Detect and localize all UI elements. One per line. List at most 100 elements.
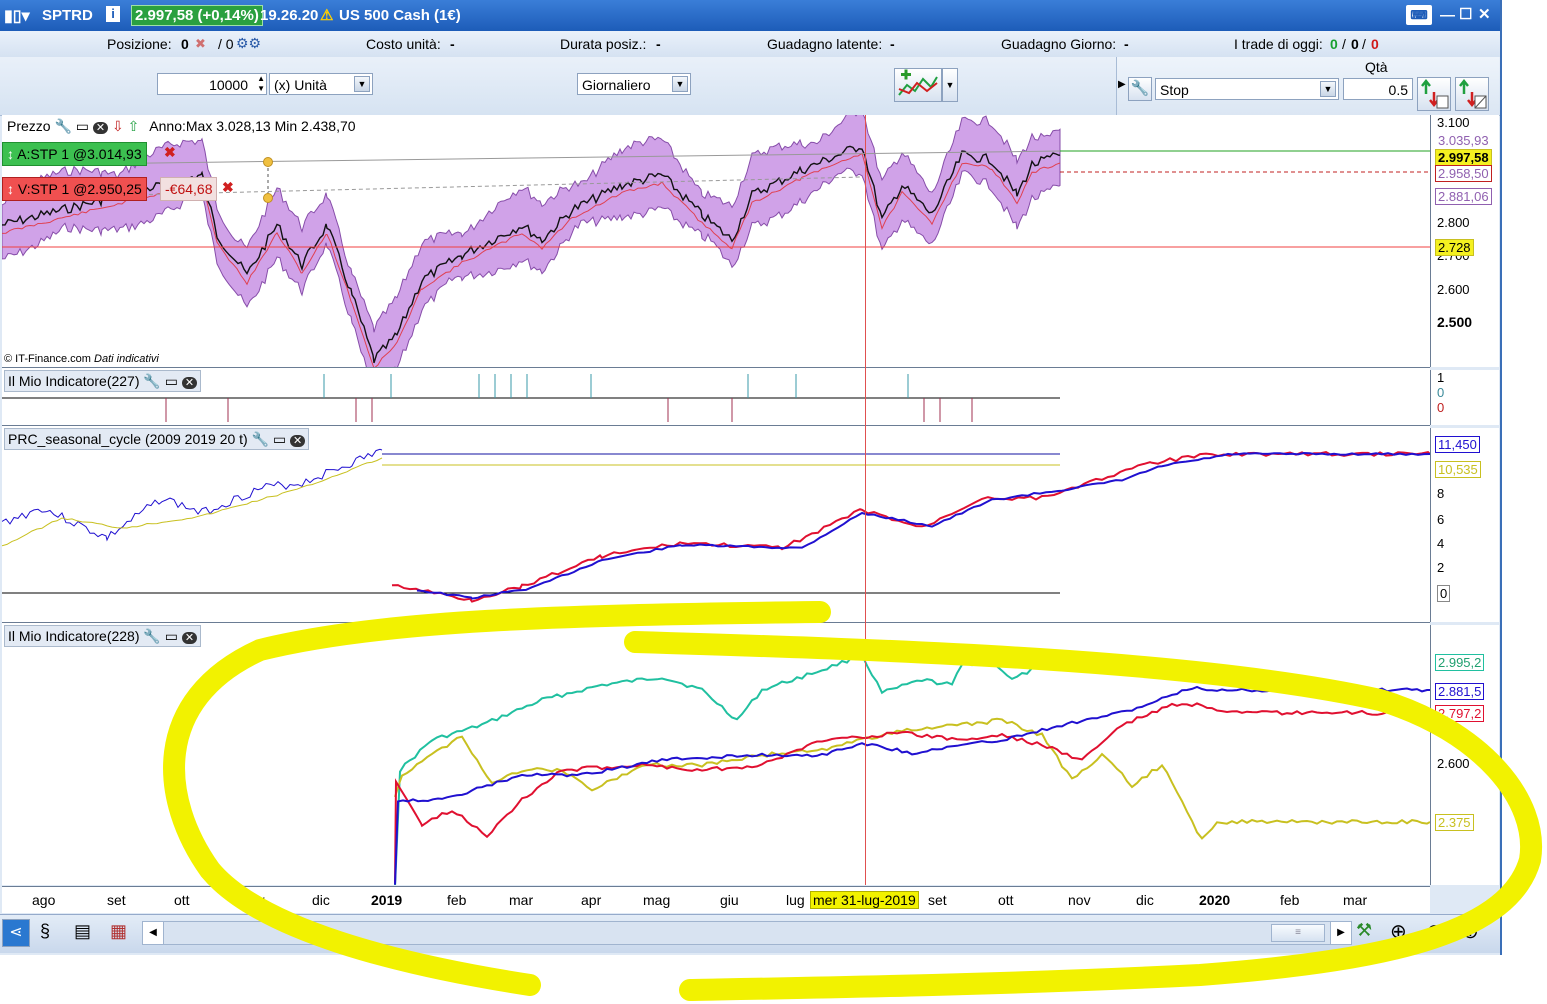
order-type-select[interactable]: Stop ▼ <box>1155 78 1339 100</box>
chart-area[interactable]: Prezzo 🔧 ▭ ✕ ⇩ ⇧ Anno:Max 3.028,13 Min 2… <box>2 115 1430 885</box>
unit-cost-label: Costo unità: <box>366 36 441 52</box>
window-icon[interactable]: ▭ <box>165 373 178 389</box>
chevron-down-icon[interactable]: ▼ <box>1320 81 1336 97</box>
wrench-icon[interactable]: 🔧 <box>143 628 160 644</box>
buy-arrow-icon[interactable]: ⇧ <box>128 118 140 134</box>
warning-icon: ⚠ <box>320 7 334 24</box>
time-label: giu <box>720 892 739 908</box>
latent-gain-label: Guadagno latente: <box>767 36 883 52</box>
wrench-icon[interactable]: 🔧 <box>1128 77 1152 101</box>
tick-0-upper: 0 <box>1437 385 1445 400</box>
grid-icon[interactable]: ▦ <box>110 921 127 942</box>
scroll-right-icon[interactable]: ▶ <box>1330 922 1351 944</box>
position-bar: Posizione: 0 ✖ / 0 ⚙⚙ Costo unità: - Dur… <box>0 31 1500 58</box>
indicator-227-panel[interactable]: Il Mio Indicatore(227) 🔧 ▭ ✕ <box>2 370 1430 426</box>
window-icon[interactable]: ▭ <box>273 431 286 447</box>
sell-order-label[interactable]: ↕ V:STP 1 @2.950,25 <box>2 177 147 201</box>
wrench-icon[interactable]: 🔧 <box>143 373 160 389</box>
close-icon[interactable]: ✕ <box>181 377 198 389</box>
buy-order-label[interactable]: ↕ A:STP 1 @3.014,93 <box>2 142 147 166</box>
gears-icon[interactable]: ⚙⚙ <box>236 35 261 52</box>
seasonal-scale[interactable]: 11,450 10,535 8 6 4 2 0 <box>1430 428 1499 622</box>
place-buy-order-button[interactable] <box>1417 77 1451 111</box>
indicator-227-scale[interactable]: 1 0 0 <box>1430 370 1499 425</box>
wrench-icon[interactable]: 🔧 <box>54 118 71 134</box>
indicators-button[interactable] <box>894 68 942 102</box>
indicator-chart-icon <box>898 69 938 96</box>
zoom-area-icon[interactable]: ⊕ <box>1390 919 1407 944</box>
list-icon[interactable]: ▤ <box>74 921 91 942</box>
chart-type-icon[interactable]: ▮▯▾ <box>4 6 30 26</box>
buy-order-icon <box>1421 78 1449 109</box>
day-gain-value: - <box>1124 36 1129 52</box>
price-chart-svg <box>2 115 1430 367</box>
maximize-icon[interactable]: ☐ <box>1459 5 1472 23</box>
qty-value: 0.5 <box>1388 82 1408 98</box>
buy-order-handle[interactable] <box>263 157 273 167</box>
tick-0-lower: 0 <box>1437 400 1445 415</box>
qty-label: Qtà <box>1365 59 1388 75</box>
magnet-icon[interactable]: § <box>40 921 50 942</box>
time-label: dic <box>1136 892 1154 908</box>
keyboard-icon[interactable]: ⌨ <box>1406 5 1432 25</box>
price-scale[interactable]: 3.100 2.800 2.700 2.600 2.500 3.035,93 2… <box>1430 115 1499 367</box>
chevron-down-icon[interactable]: ▼ <box>672 76 688 92</box>
crosshair-vertical-line <box>865 115 866 885</box>
day-gain-label: Guadagno Giorno: <box>1001 36 1117 52</box>
sell-order-handle[interactable] <box>263 193 273 203</box>
zoom-out-icon[interactable]: ⊖ <box>1426 919 1443 944</box>
seasonal-svg <box>2 448 1430 603</box>
close-icon[interactable]: ✕ <box>92 122 109 134</box>
sell-arrow-icon[interactable]: ⇩ <box>112 118 124 134</box>
quantity-stepper[interactable]: ▲ ▼ <box>257 74 265 94</box>
chevron-down-icon[interactable]: ▼ <box>354 76 370 92</box>
time-axis[interactable]: ago set ott nov dic 2019 feb mar apr mag… <box>2 886 1430 913</box>
qty-input[interactable]: 0.5 <box>1343 78 1413 100</box>
tag-228-blue: 2.881,5 <box>1435 683 1485 700</box>
last-price: 2.997,58 (+0,14%) <box>131 5 263 26</box>
wrench-icon[interactable]: 🔧 <box>252 431 269 447</box>
close-icon[interactable]: ✕ <box>290 435 306 447</box>
indicator-228-panel[interactable]: Il Mio Indicatore(228) 🔧 ▭ ✕ <box>2 625 1430 885</box>
tick-2: 2 <box>1437 560 1445 575</box>
trades-today-label: I trade di oggi: <box>1234 36 1323 52</box>
time-label: feb <box>1280 892 1300 908</box>
window-icon[interactable]: ▭ <box>165 628 178 644</box>
indicators-menu-button[interactable]: ▼ <box>942 68 958 102</box>
quantity-input[interactable]: 10000 ▲ ▼ <box>157 73 267 95</box>
indicator-228-scale[interactable]: 2.995,2 2.881,5 2.797,2 2.600 2.375 <box>1430 625 1499 885</box>
window-icon[interactable]: ▭ <box>76 118 89 134</box>
position-label: Posizione: <box>107 36 172 52</box>
cancel-buy-order-icon[interactable]: ✖ <box>164 144 176 161</box>
info-icon[interactable]: i <box>106 6 120 22</box>
close-icon[interactable]: ✕ <box>1478 5 1491 23</box>
unit-select[interactable]: (x) Unità ▼ <box>269 73 373 95</box>
scrollbar[interactable]: ◀ ≡ ▶ <box>142 921 1352 945</box>
time-label: nov <box>242 892 265 908</box>
collapse-arrow-icon[interactable]: ▶ <box>1118 79 1126 90</box>
share-icon[interactable]: ⋖ <box>2 919 30 947</box>
minimize-icon[interactable]: — <box>1440 7 1455 24</box>
time-label: feb <box>447 892 467 908</box>
seasonal-panel[interactable]: PRC_seasonal_cycle (2009 2019 20 t) 🔧 ▭ … <box>2 428 1430 623</box>
zoom-in-icon[interactable]: ⊕ <box>1462 919 1479 944</box>
close-icon[interactable]: ✕ <box>181 632 198 644</box>
scroll-thumb[interactable]: ≡ <box>1271 924 1325 942</box>
unit-cost-value: - <box>450 36 455 52</box>
position-sep: / 0 <box>218 36 234 52</box>
price-panel[interactable]: Prezzo 🔧 ▭ ✕ ⇩ ⇧ Anno:Max 3.028,13 Min 2… <box>2 115 1430 368</box>
buy-order-text: A:STP 1 @3.014,93 <box>17 146 142 162</box>
time-label-year: 2020 <box>1199 892 1231 908</box>
time-label-year: 2019 <box>371 892 403 908</box>
cancel-sell-order-icon[interactable]: ✖ <box>222 179 234 196</box>
symbol-label[interactable]: SPTRD <box>42 7 93 24</box>
quantity-value: 10000 <box>209 77 248 93</box>
close-position-icon[interactable]: ✖ <box>195 36 206 52</box>
place-sell-order-button[interactable] <box>1455 77 1489 111</box>
seasonal-name: PRC_seasonal_cycle (2009 2019 20 t) <box>8 431 248 447</box>
order-type-value: Stop <box>1160 82 1189 98</box>
timeframe-select[interactable]: Giornaliero ▼ <box>577 73 691 95</box>
tag-228-yellow: 2.375 <box>1435 814 1474 831</box>
scroll-left-icon[interactable]: ◀ <box>143 922 164 944</box>
auto-scale-icon[interactable]: ⚒ <box>1356 920 1372 941</box>
